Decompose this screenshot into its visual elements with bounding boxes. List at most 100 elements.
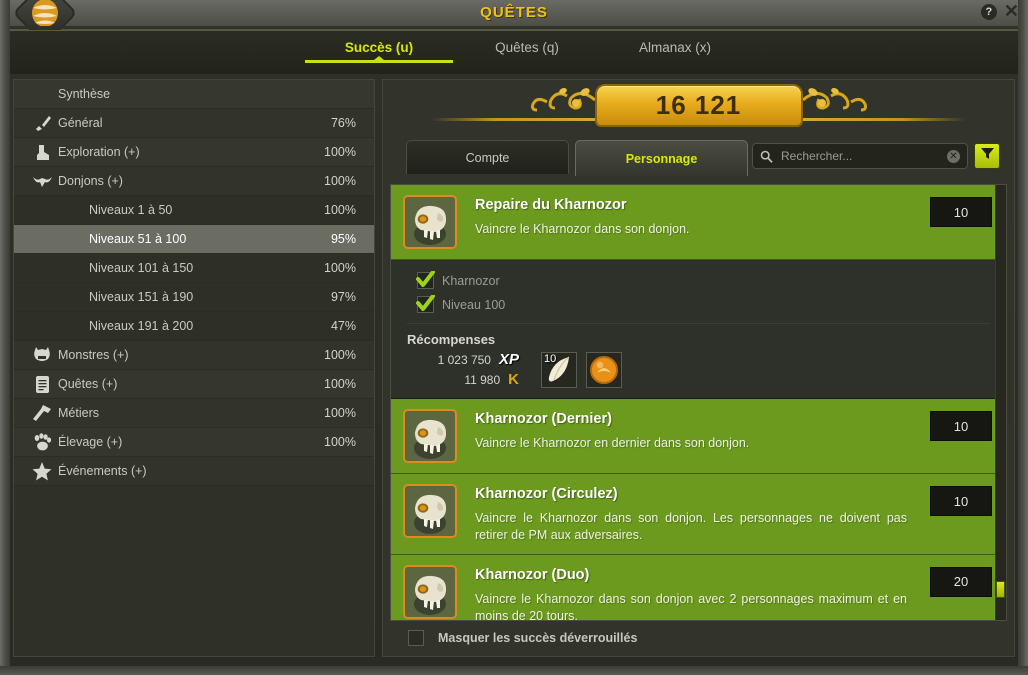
tab-succes[interactable]: Succès (u) [305, 40, 453, 63]
content-body: Synthèse Général 76% Exploration (+) 100… [10, 74, 1018, 666]
achievement-points: 10 [930, 411, 992, 441]
sidebar-item-monstres[interactable]: Monstres (+) 100% [14, 341, 374, 370]
sidebar-item-label: Événements (+) [58, 464, 147, 478]
main-tab-strip: Succès (u) Quêtes (q) Almanax (x) [10, 30, 1018, 74]
hammer-icon [26, 404, 58, 422]
banner-flourish-right-icon [801, 86, 891, 124]
sword-icon [26, 114, 58, 133]
category-sidebar[interactable]: Synthèse Général 76% Exploration (+) 100… [13, 79, 375, 657]
sidebar-item-quetes[interactable]: Quêtes (+) 100% [14, 370, 374, 399]
tab-almanax-label: Almanax (x) [638, 40, 711, 55]
sidebar-item-percent: 100% [324, 145, 356, 159]
achievement-row[interactable]: Repaire du Kharnozor Vaincre le Kharnozo… [391, 185, 1006, 260]
sidebar-item-label: Niveaux 191 à 200 [89, 319, 194, 333]
achievement-text: Kharnozor (Duo) Vaincre le Kharnozor dan… [457, 565, 922, 620]
quests-window: QUÊTES ? ✕ Succès (u) Quêtes (q) Almanax… [0, 0, 1028, 675]
sidebar-item-evenements[interactable]: Événements (+) [14, 457, 374, 486]
sidebar-item-percent: 100% [324, 261, 356, 275]
tab-compte-label: Compte [465, 150, 510, 165]
window-frame-bottom [0, 666, 1028, 675]
sidebar-item-niveaux-101-150[interactable]: Niveaux 101 à 150 100% [14, 254, 374, 283]
rewards-amounts: 1 023 750 XP 11 980 K [407, 351, 519, 388]
title-bar: QUÊTES ? ✕ [0, 0, 1028, 46]
tab-active-underline [305, 56, 453, 63]
close-icon[interactable]: ✕ [1004, 2, 1019, 20]
achievement-description: Vaincre le Kharnozor dans son donjon. [475, 222, 690, 236]
sidebar-item-niveaux-191-200[interactable]: Niveaux 191 à 200 47% [14, 312, 374, 341]
sidebar-item-label: Quêtes (+) [58, 377, 118, 391]
feather-item[interactable]: 10 [541, 351, 577, 388]
achievement-title: Kharnozor (Duo) [475, 566, 590, 583]
sidebar-item-label: Synthèse [58, 87, 111, 101]
hide-unlocked-checkbox[interactable] [408, 630, 424, 646]
tab-succes-label: Succès (u) [344, 40, 414, 55]
achievements-scrollbar[interactable] [995, 185, 1006, 620]
sidebar-item-niveaux-151-190[interactable]: Niveaux 151 à 190 97% [14, 283, 374, 312]
page-title: QUÊTES [480, 4, 548, 21]
help-icon[interactable]: ? [980, 4, 997, 20]
sidebar-item-synthese[interactable]: Synthèse [14, 80, 374, 109]
sub-tab-bar: Compte Personnage ✕ [383, 140, 1014, 178]
funnel-icon [980, 146, 995, 166]
sidebar-item-percent: 47% [330, 319, 356, 333]
objective-row: Kharnozor [416, 271, 1006, 289]
skull-icon [403, 409, 457, 463]
achievement-text: Kharnozor (Dernier) Vaincre le Kharnozor… [457, 409, 922, 452]
tab-quetes[interactable]: Quêtes (q) [453, 40, 601, 55]
achievement-row[interactable]: Kharnozor (Circulez) Vaincre le Kharnozo… [391, 474, 1006, 555]
achievement-description: Vaincre le Kharnozor en dernier dans son… [475, 436, 750, 450]
achievement-text: Kharnozor (Circulez) Vaincre le Kharnozo… [457, 484, 922, 544]
check-icon [416, 271, 435, 289]
achievement-title: Kharnozor (Circulez) [475, 486, 618, 502]
sidebar-item-general[interactable]: Général 76% [14, 109, 374, 138]
sidebar-item-niveaux-1-50[interactable]: Niveaux 1 à 50 100% [14, 196, 374, 225]
search-box[interactable]: ✕ [752, 143, 968, 169]
achievements-list[interactable]: Repaire du Kharnozor Vaincre le Kharnozo… [390, 184, 1007, 621]
skull-icon [403, 484, 457, 538]
banner-flourish-left-icon [507, 86, 597, 124]
sidebar-item-metiers[interactable]: Métiers 100% [14, 399, 374, 428]
sidebar-item-label: Niveaux 151 à 190 [89, 290, 194, 304]
search-input[interactable] [777, 149, 947, 163]
search-icon [760, 150, 773, 163]
filter-button[interactable] [974, 143, 1000, 169]
sidebar-item-donjons[interactable]: Donjons (+) 100% [14, 167, 374, 196]
skull-icon [403, 564, 457, 619]
xp-reward: 1 023 750 XP [407, 351, 519, 368]
sidebar-item-label: Niveaux 1 à 50 [89, 203, 173, 217]
scrollbar-thumb[interactable] [996, 581, 1005, 598]
rewards-body: 1 023 750 XP 11 980 K 10 [407, 351, 1006, 388]
kama-amount: 11 980 [464, 372, 501, 387]
objective-label: Kharnozor [442, 273, 500, 288]
sidebar-item-percent: 100% [324, 348, 356, 362]
window-frame-right [1018, 0, 1028, 675]
orange-orb-item[interactable] [586, 351, 622, 388]
sidebar-item-percent: 100% [324, 203, 356, 217]
kama-icon: K [508, 371, 519, 388]
achievement-title: Kharnozor (Dernier) [475, 411, 612, 427]
item-quantity: 10 [544, 352, 557, 365]
window-buttons: ? ✕ [980, 2, 1019, 20]
tab-quetes-label: Quêtes (q) [495, 40, 559, 55]
monster-icon [26, 346, 58, 364]
sidebar-item-elevage[interactable]: Élevage (+) 100% [14, 428, 374, 457]
boot-icon [26, 143, 58, 162]
tab-personnage[interactable]: Personnage [575, 140, 748, 176]
achievement-text: Repaire du Kharnozor Vaincre le Kharnozo… [457, 195, 922, 238]
sidebar-item-label: Monstres (+) [58, 348, 129, 362]
achievement-row[interactable]: Kharnozor (Dernier) Vaincre le Kharnozor… [391, 399, 1006, 474]
sidebar-item-niveaux-51-100[interactable]: Niveaux 51 à 100 95% [14, 225, 374, 254]
achievement-row[interactable]: Kharnozor (Duo) Vaincre le Kharnozor dan… [391, 554, 1006, 620]
clear-search-icon[interactable]: ✕ [947, 149, 960, 163]
sidebar-item-label: Général [58, 116, 103, 130]
scroll-icon [26, 375, 58, 394]
reward-items: 10 [541, 351, 622, 388]
xp-icon: XP [498, 351, 519, 368]
sidebar-item-label: Élevage (+) [58, 435, 123, 449]
sidebar-item-exploration[interactable]: Exploration (+) 100% [14, 138, 374, 167]
tab-compte[interactable]: Compte [406, 140, 569, 174]
kama-reward: 11 980 K [407, 371, 519, 388]
tab-almanax[interactable]: Almanax (x) [601, 40, 749, 55]
horns-icon [26, 173, 58, 190]
sidebar-empty-space [14, 486, 374, 656]
